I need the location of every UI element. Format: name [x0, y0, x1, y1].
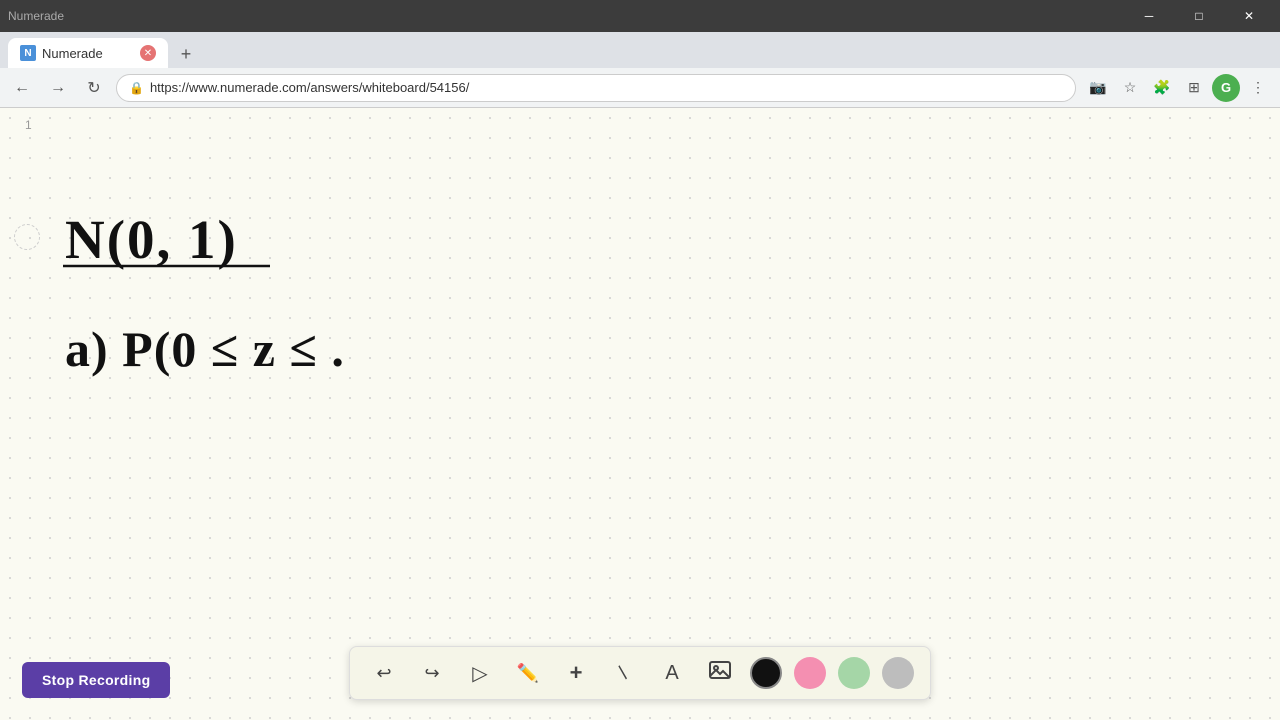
tab-close-button[interactable]: ✕ [140, 45, 156, 61]
select-tool-button[interactable]: ▷ [462, 655, 498, 691]
active-tab[interactable]: N Numerade ✕ [8, 38, 168, 68]
stop-recording-button[interactable]: Stop Recording [22, 662, 170, 698]
image-tool-button[interactable] [702, 655, 738, 691]
math-line1: N(0, 1) [60, 198, 480, 288]
text-icon: A [665, 662, 678, 685]
page-indicator: 1 [25, 118, 32, 132]
tab-title: Numerade [42, 46, 103, 61]
extensions-button[interactable]: 🧩 [1148, 74, 1176, 102]
color-gray[interactable] [882, 657, 914, 689]
eraser-tool-button[interactable]: / [606, 655, 642, 691]
math-line2: a) P(0 ≤ z ≤ . [60, 308, 480, 395]
cursor-indicator [14, 224, 40, 250]
stop-recording-label: Stop Recording [42, 672, 150, 688]
maximize-button[interactable]: □ [1176, 0, 1222, 32]
whiteboard-content[interactable]: 1 N(0, 1) a) P(0 ≤ z ≤ . [0, 108, 1280, 720]
math-content: N(0, 1) a) P(0 ≤ z ≤ . [60, 198, 480, 395]
pen-tool-button[interactable]: ✏️ [510, 655, 546, 691]
text-tool-button[interactable]: A [654, 655, 690, 691]
select-icon: ▷ [472, 661, 487, 686]
probability-formula: a) P(0 ≤ z ≤ . [60, 308, 480, 383]
nav-bar: ← → ↻ 🔒 https://www.numerade.com/answers… [0, 68, 1280, 108]
minimize-button[interactable]: ─ [1126, 0, 1172, 32]
image-icon [708, 658, 732, 688]
back-button[interactable]: ← [8, 74, 36, 102]
color-black[interactable] [750, 657, 782, 689]
new-tab-button[interactable]: + [172, 40, 200, 68]
bookmark-button[interactable]: ☆ [1116, 74, 1144, 102]
svg-text:N(0, 1): N(0, 1) [65, 209, 238, 270]
redo-icon: ↪ [424, 663, 439, 684]
title-bar-left: Numerade [8, 9, 64, 23]
browser-frame: Numerade ─ □ ✕ N Numerade ✕ + ← [0, 0, 1280, 720]
drawing-toolbar: ↩ ↪ ▷ ✏️ + / A [349, 646, 931, 700]
forward-button[interactable]: → [44, 74, 72, 102]
profile-button[interactable]: G [1212, 74, 1240, 102]
add-button[interactable]: + [558, 655, 594, 691]
url-text: https://www.numerade.com/answers/whitebo… [150, 80, 469, 95]
tab-grid-button[interactable]: ⊞ [1180, 74, 1208, 102]
plus-icon: + [570, 660, 583, 686]
close-button[interactable]: ✕ [1226, 0, 1272, 32]
menu-button[interactable]: ⋮ [1244, 74, 1272, 102]
content-area: 1 N(0, 1) a) P(0 ≤ z ≤ . [0, 108, 1280, 720]
undo-icon: ↩ [376, 663, 391, 684]
n01-formula: N(0, 1) [60, 198, 280, 273]
color-pink[interactable] [794, 657, 826, 689]
pen-icon: ✏️ [517, 663, 539, 684]
tab-label: Numerade [8, 9, 64, 23]
camera-button[interactable]: 📷 [1084, 74, 1112, 102]
undo-button[interactable]: ↩ [366, 655, 402, 691]
lock-icon: 🔒 [129, 81, 144, 95]
reload-button[interactable]: ↻ [80, 74, 108, 102]
tab-favicon: N [20, 45, 36, 61]
eraser-icon: / [614, 663, 634, 683]
svg-text:a) P(0 ≤ z ≤ .: a) P(0 ≤ z ≤ . [65, 321, 345, 377]
tab-bar: N Numerade ✕ + [0, 32, 1280, 68]
nav-right-controls: 📷 ☆ 🧩 ⊞ G ⋮ [1084, 74, 1272, 102]
window-controls: ─ □ ✕ [1126, 0, 1272, 32]
address-bar[interactable]: 🔒 https://www.numerade.com/answers/white… [116, 74, 1076, 102]
color-green[interactable] [838, 657, 870, 689]
redo-button[interactable]: ↪ [414, 655, 450, 691]
title-bar: Numerade ─ □ ✕ [0, 0, 1280, 32]
